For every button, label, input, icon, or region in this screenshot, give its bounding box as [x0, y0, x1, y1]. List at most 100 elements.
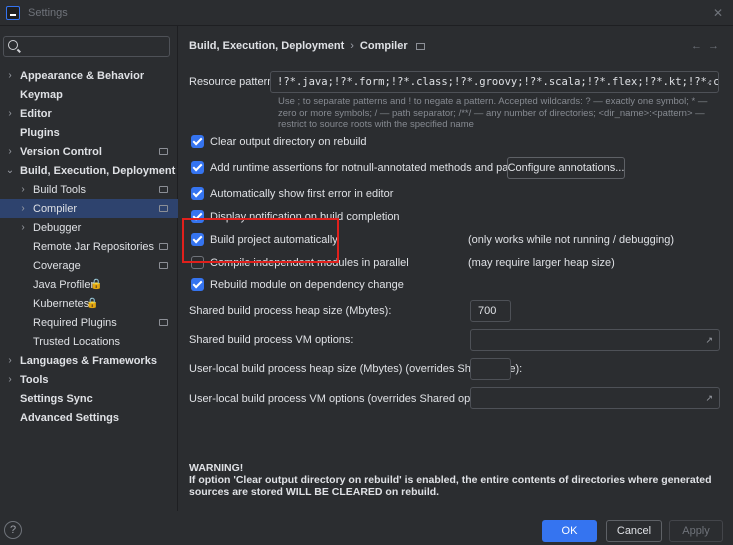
sidebar-item-advanced-settings[interactable]: Advanced Settings: [0, 408, 178, 427]
resource-patterns-input[interactable]: !?*.java;!?*.form;!?*.class;!?*.groovy;!…: [270, 71, 719, 93]
clear-output-checkbox[interactable]: [191, 135, 204, 148]
sidebar-item-label: Compiler: [33, 202, 78, 215]
sidebar-item-label: Trusted Locations: [33, 335, 121, 348]
lock-icon: 🔒: [86, 298, 99, 309]
highlight-box: [182, 218, 339, 263]
project-scope-icon: [159, 319, 168, 326]
heap-size-label: Shared build process heap size (Mbytes):: [189, 305, 392, 317]
project-scope-icon: [415, 42, 425, 50]
sidebar-item-label: Plugins: [20, 126, 60, 139]
runtime-assertions-label: Add runtime assertions for notnull-annot…: [210, 161, 552, 174]
chevron-right-icon[interactable]: ›: [5, 374, 15, 385]
compiler-settings-panel: Build, Execution, Deployment › Compiler ←→…: [179, 26, 733, 511]
sidebar-item-build-execution-deployment[interactable]: ⌄ Build, Execution, Deployment: [0, 161, 178, 180]
rebuild-module-checkbox-row[interactable]: Rebuild module on dependency change: [191, 278, 404, 291]
sidebar-item-editor[interactable]: › Editor: [0, 104, 178, 123]
heap-size-value: 700: [478, 305, 497, 317]
user-heap-size-input[interactable]: [470, 358, 511, 380]
sidebar-item-trusted-locations[interactable]: Trusted Locations: [0, 332, 178, 351]
expand-icon[interactable]: ↗: [705, 393, 713, 404]
chevron-down-icon[interactable]: ⌄: [5, 165, 15, 176]
sidebar-item-debugger[interactable]: › Debugger: [0, 218, 178, 237]
breadcrumb-current: Compiler: [359, 40, 408, 52]
runtime-assertions-checkbox[interactable]: [191, 161, 204, 174]
close-icon[interactable]: ✕: [713, 6, 723, 20]
breadcrumb-separator: ›: [350, 40, 354, 52]
sidebar-item-label: Build Tools: [33, 183, 86, 196]
apply-button[interactable]: Apply: [669, 520, 723, 542]
project-scope-icon: [159, 148, 168, 155]
cancel-button[interactable]: Cancel: [606, 520, 662, 542]
nav-arrows: ←→: [691, 40, 725, 52]
expand-icon[interactable]: ↗: [707, 77, 712, 87]
help-button[interactable]: ?: [4, 521, 22, 539]
resource-patterns-hint: Use ; to separate patterns and ! to nega…: [278, 96, 708, 130]
search-input[interactable]: [3, 36, 170, 57]
chevron-right-icon[interactable]: ›: [5, 108, 15, 119]
lock-icon: 🔒: [90, 279, 103, 290]
rebuild-module-checkbox[interactable]: [191, 278, 204, 291]
vm-options-input[interactable]: ↗: [470, 329, 720, 351]
show-first-error-checkbox[interactable]: [191, 187, 204, 200]
build-automatically-note: (only works while not running / debuggin…: [468, 234, 675, 246]
clear-output-checkbox-row[interactable]: Clear output directory on rebuild: [191, 135, 367, 148]
sidebar-item-required-plugins[interactable]: Required Plugins: [0, 313, 178, 332]
sidebar-item-languages-frameworks[interactable]: › Languages & Frameworks: [0, 351, 178, 370]
resource-patterns-label: Resource patterns:: [189, 76, 282, 88]
sidebar-item-java-profiler[interactable]: Java Profiler 🔒: [0, 275, 178, 294]
chevron-right-icon[interactable]: ›: [5, 355, 15, 366]
sidebar-item-label: Languages & Frameworks: [20, 354, 157, 367]
runtime-assertions-checkbox-row[interactable]: Add runtime assertions for notnull-annot…: [191, 161, 552, 174]
sidebar-item-kubernetes[interactable]: Kubernetes 🔒: [0, 294, 178, 313]
warning-text: If option 'Clear output directory on reb…: [189, 474, 712, 498]
window-title: Settings: [28, 6, 68, 19]
sidebar-item-label: Debugger: [33, 221, 82, 234]
sidebar-item-settings-sync[interactable]: Settings Sync: [0, 389, 178, 408]
chevron-right-icon[interactable]: ›: [5, 146, 15, 157]
breadcrumb: Build, Execution, Deployment › Compiler: [189, 40, 425, 52]
compile-parallel-note: (may require larger heap size): [468, 257, 615, 269]
sidebar-item-label: Build, Execution, Deployment: [20, 164, 176, 177]
title-bar: Settings ✕: [0, 0, 733, 26]
project-scope-icon: [159, 243, 168, 250]
user-vm-options-input[interactable]: ↗: [470, 387, 720, 409]
sidebar-item-label: Settings Sync: [20, 392, 93, 405]
sidebar-item-label: Keymap: [20, 88, 63, 101]
project-scope-icon: [159, 205, 168, 212]
forward-arrow-icon[interactable]: →: [708, 40, 725, 52]
configure-annotations-button[interactable]: Configure annotations...: [507, 157, 625, 179]
sidebar-item-label: Editor: [20, 107, 52, 120]
breadcrumb-parent[interactable]: Build, Execution, Deployment: [189, 40, 344, 52]
sidebar-item-label: Coverage: [33, 259, 81, 272]
sidebar-item-remote-jar-repositories[interactable]: Remote Jar Repositories: [0, 237, 178, 256]
chevron-right-icon[interactable]: ›: [18, 222, 28, 233]
sidebar-item-build-tools[interactable]: › Build Tools: [0, 180, 178, 199]
sidebar-item-keymap[interactable]: Keymap: [0, 85, 178, 104]
vm-options-label: Shared build process VM options:: [189, 334, 354, 346]
rebuild-module-label: Rebuild module on dependency change: [210, 278, 404, 291]
sidebar-item-label: Remote Jar Repositories: [33, 240, 155, 253]
warning-title: WARNING!: [189, 462, 244, 474]
sidebar-item-label: Version Control: [20, 145, 102, 158]
project-scope-icon: [159, 186, 168, 193]
resource-patterns-value: !?*.java;!?*.form;!?*.class;!?*.groovy;!…: [277, 76, 719, 88]
chevron-right-icon[interactable]: ›: [5, 70, 15, 81]
sidebar-item-plugins[interactable]: Plugins: [0, 123, 178, 142]
heap-size-input[interactable]: 700: [470, 300, 511, 322]
chevron-right-icon[interactable]: ›: [18, 203, 28, 214]
show-first-error-label: Automatically show first error in editor: [210, 187, 394, 200]
sidebar-item-compiler[interactable]: › Compiler: [0, 199, 178, 218]
sidebar-item-coverage[interactable]: Coverage: [0, 256, 178, 275]
back-arrow-icon[interactable]: ←: [691, 40, 708, 52]
sidebar-item-version-control[interactable]: › Version Control: [0, 142, 178, 161]
warning-block: WARNING! If option 'Clear output directo…: [189, 462, 724, 498]
settings-sidebar: › Appearance & Behavior Keymap › Editor …: [0, 26, 178, 511]
sidebar-item-label: Advanced Settings: [20, 411, 120, 424]
sidebar-item-appearance-behavior[interactable]: › Appearance & Behavior: [0, 66, 178, 85]
expand-icon[interactable]: ↗: [705, 335, 713, 346]
ok-button[interactable]: OK: [542, 520, 597, 542]
intellij-logo-icon: [6, 5, 20, 20]
show-first-error-checkbox-row[interactable]: Automatically show first error in editor: [191, 187, 393, 200]
chevron-right-icon[interactable]: ›: [18, 184, 28, 195]
sidebar-item-tools[interactable]: › Tools: [0, 370, 178, 389]
